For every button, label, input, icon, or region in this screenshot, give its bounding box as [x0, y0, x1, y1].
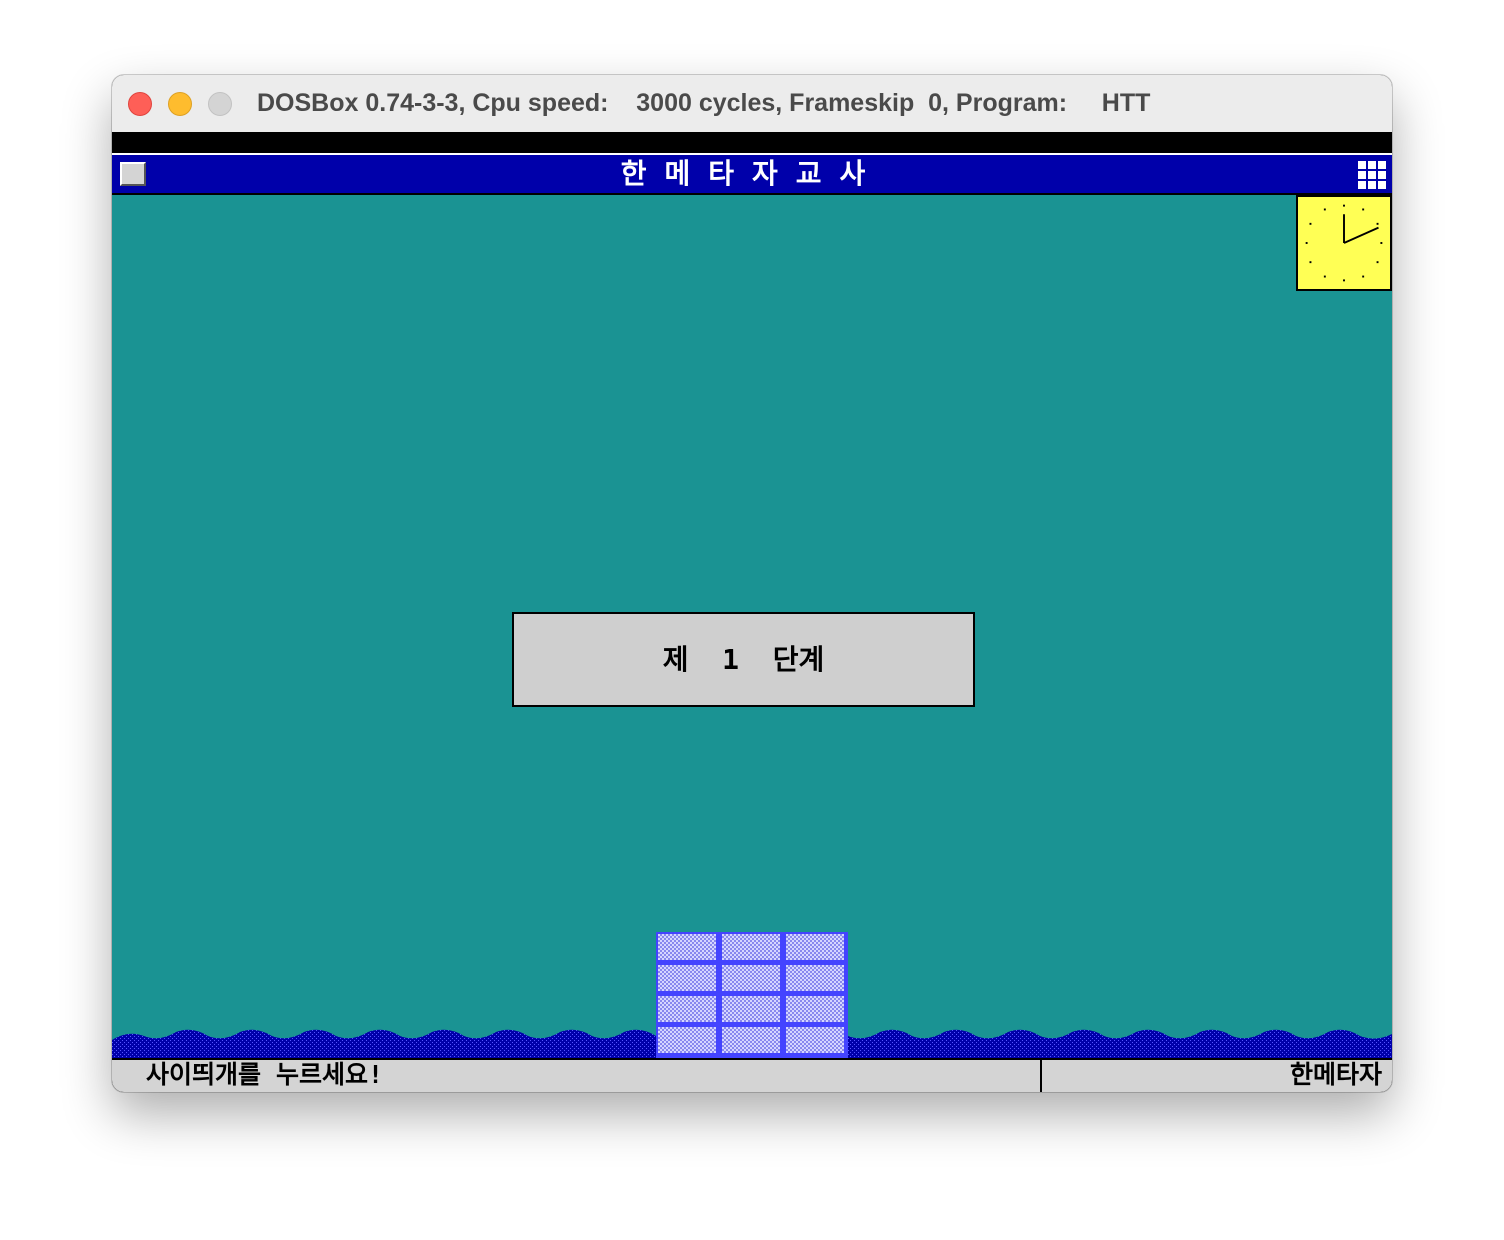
minimize-window-button[interactable]: [168, 92, 192, 116]
dosbox-window: DOSBox 0.74-3-3, Cpu speed: 3000 cycles,…: [112, 75, 1392, 1092]
brick: [658, 996, 716, 1022]
dos-screen[interactable]: 한메타자교사 제 1 단계 사이띄개를 누르세요! 한메타자: [112, 132, 1392, 1092]
brick: [658, 965, 716, 991]
brick: [786, 934, 844, 960]
desktop-area: 제 1 단계: [112, 195, 1392, 1058]
brick: [786, 996, 844, 1022]
brick: [722, 965, 780, 991]
zoom-window-button[interactable]: [208, 92, 232, 116]
window-titlebar[interactable]: DOSBox 0.74-3-3, Cpu speed: 3000 cycles,…: [112, 75, 1392, 133]
clock-icon: [1296, 195, 1392, 291]
brick: [658, 1027, 716, 1053]
app-titlebar: 한메타자교사: [112, 153, 1392, 195]
stage-label: 제 1 단계: [662, 643, 825, 676]
status-app-name: 한메타자: [1289, 1060, 1382, 1089]
brick: [722, 996, 780, 1022]
close-window-button[interactable]: [128, 92, 152, 116]
window-title: DOSBox 0.74-3-3, Cpu speed: 3000 cycles,…: [257, 89, 1151, 117]
grid-icon[interactable]: [1358, 161, 1386, 189]
status-bar: 사이띄개를 누르세요! 한메타자: [112, 1058, 1392, 1092]
app-title: 한메타자교사: [620, 157, 884, 190]
brick: [786, 1027, 844, 1053]
status-prompt: 사이띄개를 누르세요!: [146, 1060, 384, 1089]
status-divider: [1040, 1060, 1042, 1092]
brick: [722, 934, 780, 960]
stage-dialog: 제 1 단계: [512, 612, 975, 707]
brick-stack: [656, 932, 848, 1058]
brick: [722, 1027, 780, 1053]
brick: [786, 965, 844, 991]
brick: [658, 934, 716, 960]
